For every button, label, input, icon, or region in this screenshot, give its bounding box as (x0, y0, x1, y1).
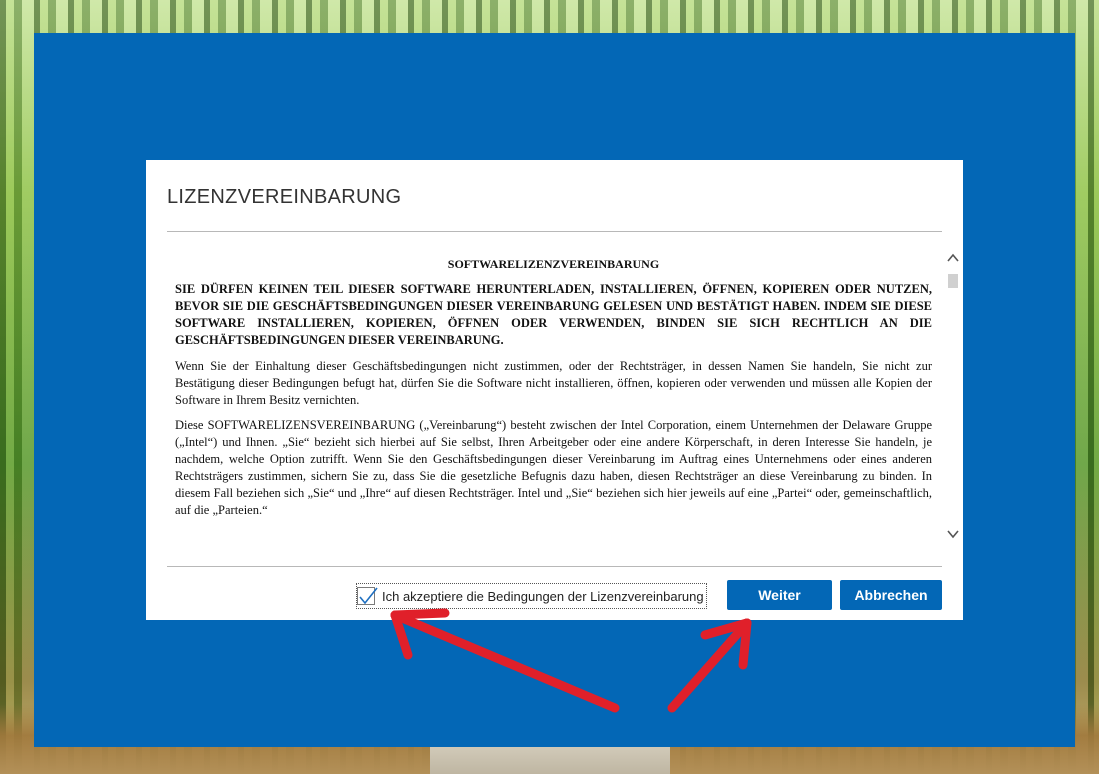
license-paragraph: Diese SOFTWARELIZENSVEREINBARUNG („Verei… (175, 418, 932, 517)
dialog-footer: Ich akzeptiere die Bedingungen der Lizen… (146, 578, 963, 612)
cancel-button[interactable]: Abbrechen (840, 580, 942, 610)
accept-terms-label: Ich akzeptiere die Bedingungen der Lizen… (382, 588, 704, 604)
dialog-title: LIZENZVEREINBARUNG (167, 186, 402, 208)
chevron-up-icon[interactable] (945, 250, 961, 266)
accept-terms-checkbox[interactable]: Ich akzeptiere die Bedingungen der Lizen… (356, 583, 707, 609)
chevron-down-icon[interactable] (945, 526, 961, 542)
license-text: SOFTWARELIZENZVEREINBARUNG SIE DÜRFEN KE… (175, 250, 932, 527)
title-divider (167, 231, 942, 232)
license-warning: SIE DÜRFEN KEINEN TEIL DIESER SOFTWARE H… (175, 282, 932, 347)
scrollbar-thumb[interactable] (948, 274, 958, 288)
license-scrollbar[interactable] (945, 240, 961, 558)
footer-divider (167, 566, 942, 567)
checkbox-box[interactable] (357, 587, 378, 605)
checkmark-icon (359, 587, 378, 605)
next-button[interactable]: Weiter (727, 580, 832, 610)
license-heading: SOFTWARELIZENZVEREINBARUNG (447, 257, 660, 271)
license-dialog: LIZENZVEREINBARUNG SOFTWARELIZENZVEREINB… (146, 160, 963, 620)
license-text-area[interactable]: SOFTWARELIZENZVEREINBARUNG SIE DÜRFEN KE… (167, 240, 942, 558)
license-paragraph: Wenn Sie der Einhaltung dieser Geschäfts… (175, 359, 932, 407)
